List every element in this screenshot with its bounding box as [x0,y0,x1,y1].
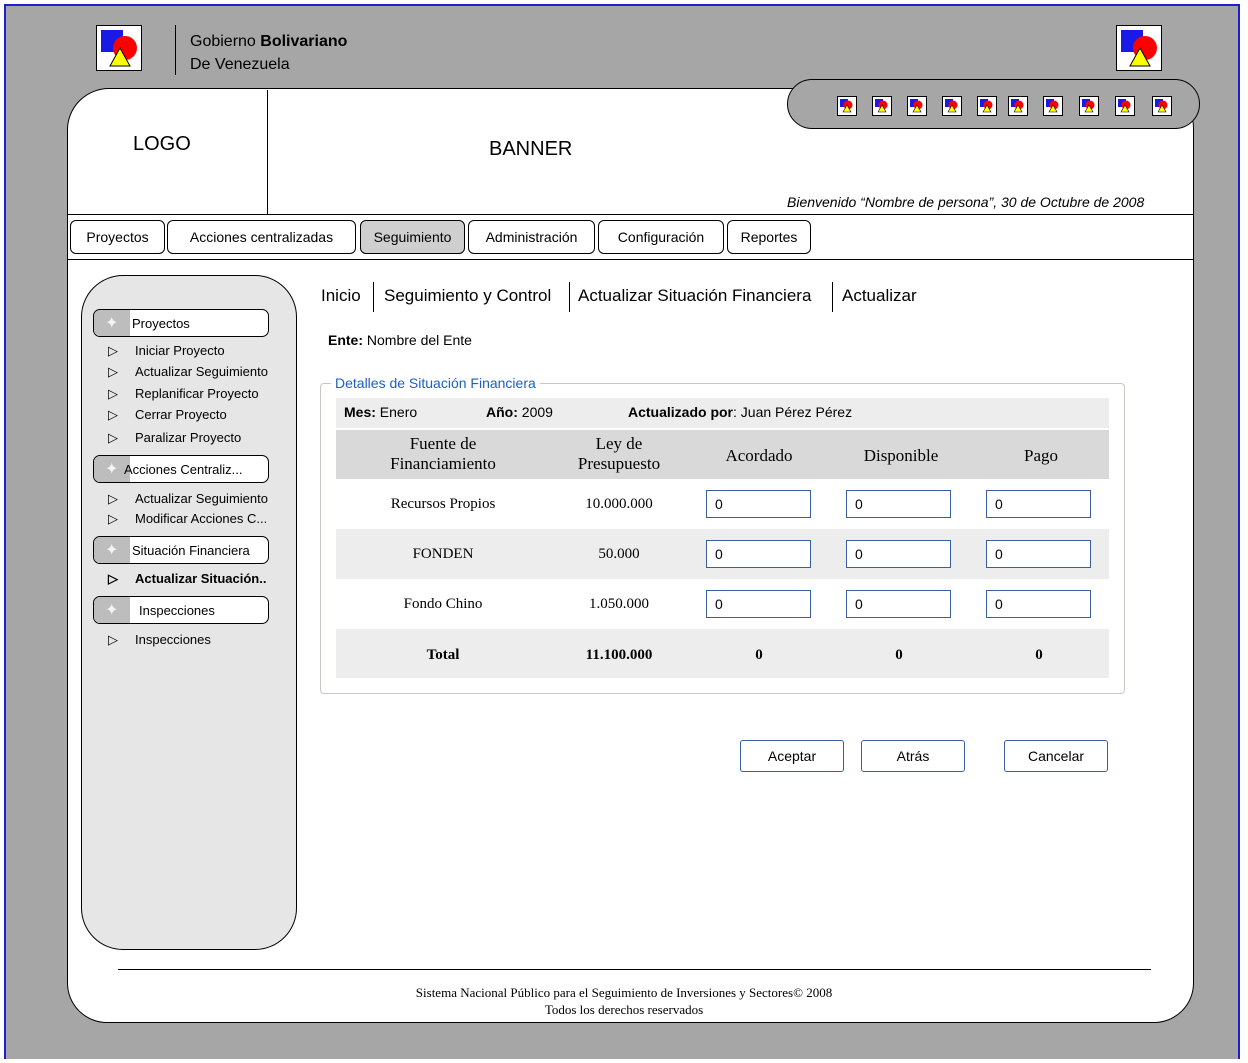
breadcrumb-separator [569,282,570,312]
aceptar-button[interactable]: Aceptar [740,740,844,772]
acordado-input[interactable] [706,490,811,518]
triangle-right-icon: ▷ [108,511,118,526]
quick-link-10-icon[interactable] [1152,96,1172,116]
tab-reportes[interactable]: Reportes [727,220,811,254]
gov-logo-icon [96,25,142,71]
cell-fuente: FONDEN [412,546,474,562]
footer-text: Sistema Nacional Público para el Seguimi… [415,985,833,1000]
tab-configuracion[interactable]: Configuración [598,220,724,254]
sidebar-item-inspecciones[interactable]: ▷ Inspecciones [108,632,211,648]
tab-proyectos[interactable]: Proyectos [70,220,165,254]
quick-link-7-icon[interactable] [1043,96,1063,116]
sidebar-group-situacion-financiera[interactable]: ✦ Situación Financiera [93,536,269,564]
footer-divider [118,969,1151,970]
quick-link-6-icon[interactable] [1008,96,1028,116]
disponible-input[interactable] [846,590,951,618]
breadcrumb-separator [832,282,833,312]
column-header-ley: Ley de Presupuesto [577,434,661,473]
welcome-message: Bienvenido “Nombre de persona”, 30 de Oc… [787,194,1145,210]
cell-fuente: Recursos Propios [390,496,496,512]
actualizado-field: Actualizado por: Juan Pérez Pérez [628,404,853,420]
gov-logo-right-icon [1116,25,1162,71]
logo-placeholder: LOGO [133,133,191,155]
disponible-input[interactable] [846,490,951,518]
column-header-fuente: Fuente de Financiamiento [390,434,496,473]
breadcrumb-seguimiento-control[interactable]: Seguimiento y Control [384,286,551,306]
quick-link-8-icon[interactable] [1079,96,1099,116]
triangle-right-icon: ▷ [108,386,118,401]
star-icon: ✦ [94,537,130,563]
tab-acciones-centralizadas[interactable]: Acciones centralizadas [167,220,356,254]
column-header-pago: Pago [1024,446,1058,465]
cell-fuente: Fondo Chino [403,596,483,612]
quick-link-4-icon[interactable] [942,96,962,116]
logo-divider [267,90,268,214]
nav-border-top [68,214,1193,215]
pago-input[interactable] [986,490,1091,518]
star-icon: ✦ [94,597,130,623]
total-disponible: 0 [895,647,903,663]
sidebar-group-inspecciones[interactable]: ✦ Inspecciones [93,596,269,624]
quick-link-3-icon[interactable] [907,96,927,116]
gov-name-line2: De Venezuela [190,56,290,73]
quick-link-9-icon[interactable] [1115,96,1135,116]
fieldset-legend: Detalles de Situación Financiera [331,375,540,391]
quick-link-2-icon[interactable] [872,96,892,116]
tab-seguimiento[interactable]: Seguimiento [360,220,465,254]
acordado-input[interactable] [706,540,811,568]
total-pago: 0 [1035,647,1043,663]
quick-icon-bar [787,79,1200,129]
sidebar-item-modificar-acciones[interactable]: ▷ Modificar Acciones C... [108,511,267,527]
sidebar-item-cerrar-proyecto[interactable]: ▷ Cerrar Proyecto [108,407,227,423]
cancelar-button[interactable]: Cancelar [1004,740,1108,772]
sidebar-item-actualizar-seguimiento[interactable]: ▷ Actualizar Seguimiento [108,364,268,380]
sidebar-group-acciones-centralizadas[interactable]: ✦ Acciones Centraliz... [93,455,269,483]
gov-name-line1: Gobierno Bolivariano [190,33,348,50]
ente-field: Ente: Nombre del Ente [328,332,472,348]
nav-border-bottom [68,259,1193,260]
sidebar-group-proyectos[interactable]: ✦ Proyectos [93,309,269,337]
sidebar-item-replanificar-proyecto[interactable]: ▷ Replanificar Proyecto [108,386,259,402]
triangle-right-icon: ▷ [108,632,118,647]
cell-ley: 1.050.000 [589,596,649,612]
mes-field: Mes: Enero [344,404,418,420]
triangle-right-icon: ▷ [108,430,118,445]
acordado-input[interactable] [706,590,811,618]
sidebar-item-actualizar-situacion[interactable]: ▷ Actualizar Situación.. [108,571,266,587]
star-icon: ✦ [94,310,130,336]
breadcrumb-actualizar: Actualizar [842,286,917,305]
atras-button[interactable]: Atrás [861,740,965,772]
sidebar-item-paralizar-proyecto[interactable]: ▷ Paralizar Proyecto [108,430,241,446]
total-acordado: 0 [755,647,763,663]
cell-ley: 50.000 [598,546,640,562]
triangle-right-icon: ▷ [108,407,118,422]
disponible-input[interactable] [846,540,951,568]
triangle-right-icon: ▷ [108,343,118,358]
pago-input[interactable] [986,540,1091,568]
column-header-acordado: Acordado [725,446,793,465]
banner-placeholder: BANNER [489,138,573,160]
total-ley: 11.100.000 [585,647,653,663]
quick-link-5-icon[interactable] [977,96,997,116]
anio-field: Año: 2009 [486,404,553,420]
pago-input[interactable] [986,590,1091,618]
breadcrumb-inicio[interactable]: Inicio [321,286,361,306]
sidebar-item-iniciar-proyecto[interactable]: ▷ Iniciar Proyecto [108,343,225,359]
breadcrumb-separator [373,282,374,312]
gov-divider [175,25,176,75]
column-header-disponible: Disponible [863,446,939,465]
triangle-right-icon: ▷ [108,571,118,586]
quick-link-1-icon[interactable] [837,96,857,116]
footer-copyright: Todos los derechos reservados [544,1002,704,1017]
triangle-right-icon: ▷ [108,364,118,379]
breadcrumb-actualizar-situacion[interactable]: Actualizar Situación Financiera [578,286,811,306]
triangle-right-icon: ▷ [108,491,118,506]
tab-administracion[interactable]: Administración [468,220,595,254]
total-label: Total [426,647,460,663]
cell-ley: 10.000.000 [585,496,653,512]
sidebar-item-actualizar-seguimiento-ac[interactable]: ▷ Actualizar Seguimiento [108,491,268,507]
